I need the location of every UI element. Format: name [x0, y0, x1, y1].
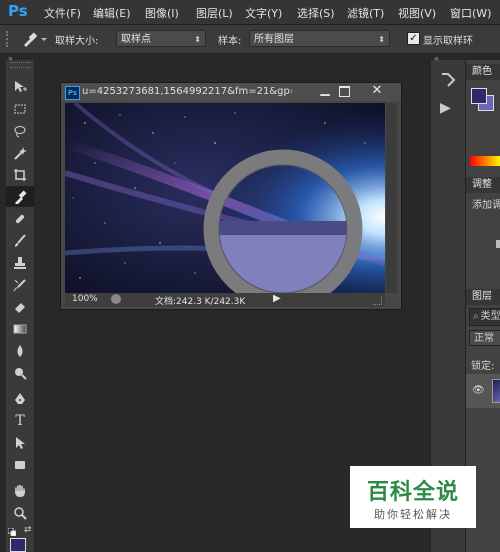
- menu-view[interactable]: 视图(V): [398, 5, 436, 21]
- tab-layers[interactable]: 图层: [466, 289, 500, 305]
- type-icon[interactable]: T: [6, 410, 34, 431]
- search-icon: ⌕: [473, 311, 479, 322]
- document-canvas[interactable]: [65, 103, 385, 293]
- document-statusbar: 100% 文档:242.3 K/242.3K ▶: [65, 293, 385, 307]
- sample-select[interactable]: 所有图层 ⬍: [249, 30, 390, 47]
- tab-color[interactable]: 颜色: [466, 64, 500, 80]
- layer-thumbnail: [492, 379, 500, 403]
- brush-icon[interactable]: [6, 230, 34, 251]
- chevron-updown-icon: ⬍: [378, 35, 385, 44]
- document-size-info: 文档:242.3 K/242.3K: [155, 297, 246, 307]
- document-ps-icon: Ps: [65, 86, 80, 100]
- rectangle-icon[interactable]: [6, 454, 34, 475]
- menu-bar: Ps 文件(F) 编辑(E) 图像(I) 图层(L) 文字(Y) 选择(S) 滤…: [0, 0, 500, 25]
- lock-label: 锁定:: [471, 361, 495, 372]
- tab-adjustments[interactable]: 调整: [466, 177, 500, 193]
- chevron-updown-icon: ⬍: [194, 35, 201, 44]
- magic-wand-icon[interactable]: [6, 142, 34, 163]
- show-ring-label: 显示取样环: [423, 36, 473, 47]
- history-brush-icon[interactable]: [6, 274, 34, 295]
- options-grip[interactable]: [6, 31, 14, 47]
- adjust-add-text: 添加调: [472, 200, 500, 211]
- toolbox-grip[interactable]: [10, 62, 30, 68]
- menu-filter[interactable]: 滤镜(T): [347, 5, 384, 21]
- blend-mode-value: 正常: [474, 333, 494, 344]
- swap-colors-icon[interactable]: ⇄: [24, 525, 32, 535]
- statusbar-info-icon[interactable]: [111, 294, 121, 304]
- watermark-subtitle: 助你轻松解决: [374, 508, 452, 521]
- adjust-icon-fragment[interactable]: [496, 240, 500, 248]
- dodge-icon[interactable]: [6, 362, 34, 383]
- maximize-icon[interactable]: [339, 86, 350, 97]
- eyedropper-icon[interactable]: [6, 186, 34, 207]
- marquee-icon[interactable]: [6, 98, 34, 119]
- actions-play-icon[interactable]: ▶: [440, 100, 451, 116]
- layers-filter-label: 类型: [480, 311, 500, 322]
- vertical-scrollbar[interactable]: [386, 103, 397, 293]
- resize-grip-icon[interactable]: [373, 296, 382, 305]
- crop-icon[interactable]: [6, 164, 34, 185]
- foreground-swatch[interactable]: [471, 88, 487, 104]
- sample-label: 样本:: [218, 36, 242, 47]
- clone-stamp-icon[interactable]: [6, 252, 34, 273]
- close-icon[interactable]: ✕: [369, 83, 385, 99]
- menu-window[interactable]: 窗口(W): [450, 5, 491, 21]
- menu-edit[interactable]: 编辑(E): [93, 5, 131, 21]
- foreground-color-swatch[interactable]: [10, 538, 26, 552]
- document-title: u=4253273681,1564992217&fm=21&gp=0.jp...: [82, 86, 292, 97]
- history-panel-icon[interactable]: [440, 72, 456, 91]
- sample-size-select[interactable]: 取样点 ⬍: [116, 30, 206, 47]
- layer-row[interactable]: 👁: [466, 374, 500, 408]
- visibility-eye-icon[interactable]: 👁: [472, 385, 485, 396]
- document-titlebar[interactable]: Ps u=4253273681,1564992217&fm=21&gp=0.jp…: [61, 83, 401, 101]
- canvas-image: [65, 103, 385, 293]
- color-ramp[interactable]: [470, 156, 500, 166]
- document-window: Ps u=4253273681,1564992217&fm=21&gp=0.jp…: [60, 82, 402, 310]
- move-icon[interactable]: [6, 76, 34, 97]
- menu-select[interactable]: 选择(S): [297, 5, 335, 21]
- watermark-title: 百科全说: [366, 480, 459, 505]
- eraser-icon[interactable]: [6, 296, 34, 317]
- blur-icon[interactable]: [6, 340, 34, 361]
- default-colors-icon[interactable]: [7, 526, 17, 537]
- lasso-icon[interactable]: [6, 120, 34, 141]
- menu-image[interactable]: 图像(I): [145, 5, 179, 21]
- menu-layer[interactable]: 图层(L): [196, 5, 233, 21]
- toolbox: T ⇄: [6, 60, 35, 552]
- options-bar: 取样大小: 取样点 ⬍ 样本: 所有图层 ⬍ ✓ 显示取样环: [0, 25, 500, 54]
- path-selection-icon[interactable]: [6, 432, 34, 453]
- gradient-icon[interactable]: [6, 318, 34, 339]
- blend-mode-select[interactable]: 正常: [469, 330, 500, 346]
- photoshop-logo: Ps: [8, 2, 28, 20]
- statusbar-menu-arrow-icon[interactable]: ▶: [273, 293, 281, 304]
- sample-size-label: 取样大小:: [55, 36, 99, 47]
- menu-type[interactable]: 文字(Y): [245, 5, 282, 21]
- expand-strip-icon[interactable]: «: [434, 54, 439, 63]
- zoom-icon[interactable]: [6, 502, 34, 523]
- eyedropper-preset-icon[interactable]: [20, 30, 48, 51]
- layers-filter-field[interactable]: ⌕ 类型: [469, 308, 500, 326]
- menu-file[interactable]: 文件(F): [44, 5, 81, 21]
- sample-size-value: 取样点: [121, 34, 151, 45]
- minimize-icon[interactable]: ▁: [317, 83, 333, 98]
- healing-brush-icon[interactable]: [6, 208, 34, 229]
- zoom-level[interactable]: 100%: [72, 294, 98, 304]
- pen-icon[interactable]: [6, 388, 34, 409]
- sample-value: 所有图层: [254, 34, 294, 45]
- watermark: 百科全说 助你轻松解决: [350, 466, 476, 528]
- show-ring-checkbox[interactable]: ✓: [407, 32, 420, 45]
- hand-icon[interactable]: [6, 480, 34, 501]
